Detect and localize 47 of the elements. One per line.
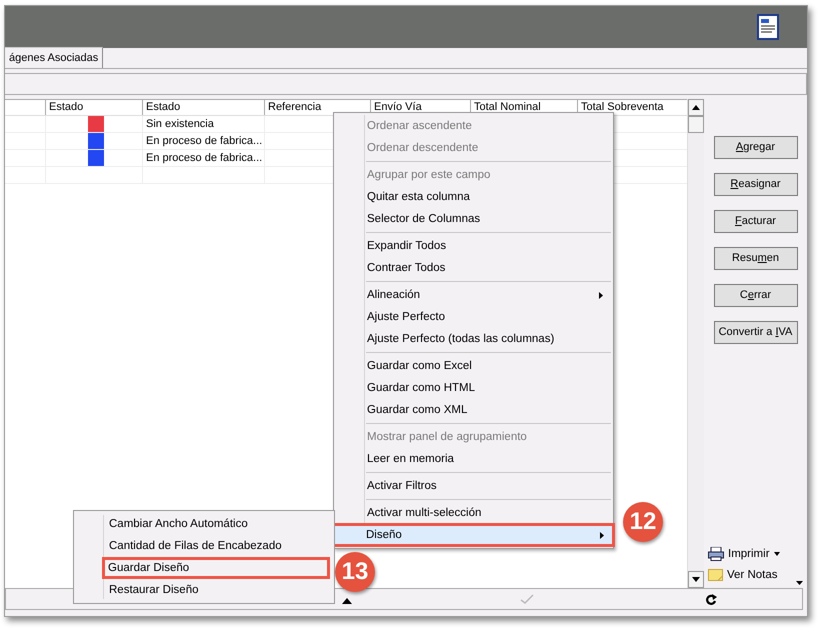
action-button[interactable]: Cerrar [714,284,798,307]
menu-item[interactable]: Activar Filtros [334,475,613,497]
menu-item[interactable]: Guardar como XML [334,399,613,421]
menu-item[interactable]: Guardar como HTML [334,377,613,399]
arrow-up-icon [692,105,700,110]
menu-item[interactable]: Expandir Todos [334,235,613,257]
menu-item[interactable]: Leer en memoria [334,448,613,470]
triangle-up-icon[interactable] [342,598,352,604]
submenu-arrow-icon [599,292,603,299]
printer-icon [708,547,724,562]
table-cell: En proceso de fabrica... [142,133,264,149]
table-cell: Sin existencia [142,116,264,132]
tab[interactable]: ágenes Asociadas [5,46,104,68]
menu-item[interactable]: Contraer Todos [334,257,613,279]
menu-item[interactable]: Activar multi-selección [334,502,613,524]
menu-item[interactable]: Cantidad de Filas de Encabezado [74,535,334,557]
column-header[interactable]: Estado [45,100,142,115]
menu-item[interactable]: Restaurar Diseño [74,579,334,601]
menu-item[interactable]: Cambiar Ancho Automático [74,513,334,535]
action-button[interactable]: Reasignar [714,173,798,196]
caret-icon[interactable] [774,552,780,556]
document-icon[interactable] [757,14,779,40]
action-button[interactable]: Agregar [714,136,798,159]
menu-item[interactable]: Guardar Diseño [102,557,330,579]
print-button[interactable]: Imprimir [728,546,770,563]
notes-button[interactable]: Ver Notas [727,566,778,584]
column-header[interactable]: Estado [142,100,264,115]
action-button[interactable]: Convertir a IVA [714,321,798,344]
menu-item[interactable]: Quitar esta columna [334,186,613,208]
menu-item[interactable]: Alineación [334,284,613,306]
action-button[interactable]: Resumen [714,247,798,270]
caret-icon[interactable] [796,581,803,585]
arrow-down-icon [692,577,700,582]
scroll-up-button[interactable] [688,99,704,116]
scroll-thumb[interactable] [688,116,704,133]
action-button[interactable]: Facturar [714,210,798,233]
menu-item[interactable]: Diseño [333,524,614,546]
menu-item[interactable]: Selector de Columnas [334,208,613,230]
submenu-arrow-icon [600,532,604,539]
menu-item[interactable]: Guardar como Excel [334,355,613,377]
check-icon[interactable] [520,594,534,604]
table-cell: En proceso de fabrica... [142,150,264,166]
note-icon [708,569,723,582]
menu-item[interactable]: Ajuste Perfecto (todas las columnas) [334,328,613,350]
refresh-icon[interactable] [706,594,717,605]
scroll-down-button[interactable] [688,571,704,588]
menu-item[interactable]: Ajuste Perfecto [334,306,613,328]
